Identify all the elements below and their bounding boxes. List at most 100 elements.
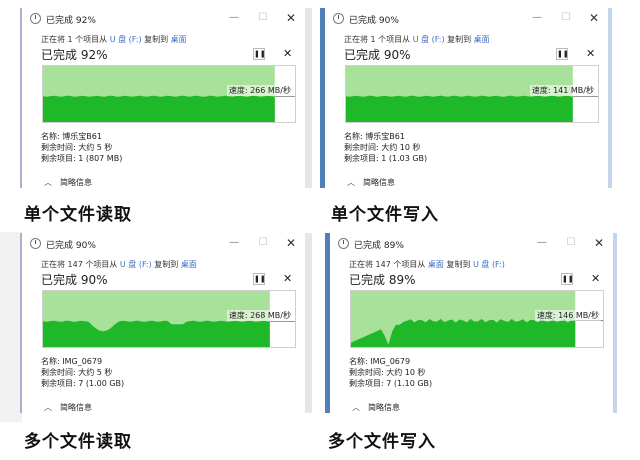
chevron-up-icon: ︿ <box>44 403 52 412</box>
close-button[interactable]: ✕ <box>592 236 606 250</box>
file-name: 名称: IMG_0679 <box>349 357 411 366</box>
close-button[interactable]: ✕ <box>587 11 601 25</box>
pause-button[interactable]: ❚❚ <box>253 48 266 60</box>
close-button[interactable]: ✕ <box>284 236 298 250</box>
time-remaining: 剩余时间: 大约 10 秒 <box>349 368 426 377</box>
copy-prefix: 正在将 1 个项目从 <box>41 35 110 44</box>
percent-complete: 已完成 90% <box>344 48 411 62</box>
copy-dialog-multi-read: 已完成 90% — ☐ ✕ 正在将 147 个项目从 U 盘 (F:) 复制到 … <box>20 233 312 413</box>
title-bar[interactable]: 已完成 90% — ☐ ✕ <box>22 233 305 255</box>
copy-description: 正在将 147 个项目从 U 盘 (F:) 复制到 桌面 <box>41 259 197 270</box>
pause-button[interactable]: ❚❚ <box>561 273 574 285</box>
copy-dialog-single-write: 已完成 90% — ☐ ✕ 正在将 1 个项目从 U 盘 (F:) 复制到 桌面… <box>320 8 612 188</box>
minimize-button[interactable]: — <box>227 11 241 25</box>
pause-button[interactable]: ❚❚ <box>556 48 569 60</box>
window-title: 已完成 90% <box>349 16 399 26</box>
progress-clock-icon <box>333 13 344 24</box>
caption-single-write: 单个文件写入 <box>331 205 439 225</box>
copy-middle: 复制到 <box>443 260 473 269</box>
speed-graph: 速度: 266 MB/秒 <box>42 65 296 123</box>
fewer-details-toggle[interactable]: ︿ 简略信息 <box>44 177 92 188</box>
cancel-button[interactable]: ✕ <box>586 47 595 60</box>
close-button[interactable]: ✕ <box>284 11 298 25</box>
percent-complete: 已完成 92% <box>41 48 108 62</box>
destination-link[interactable]: 桌面 <box>181 260 197 269</box>
cancel-button[interactable]: ✕ <box>283 47 292 60</box>
copy-middle: 复制到 <box>151 260 181 269</box>
speed-graph: 速度: 141 MB/秒 <box>345 65 599 123</box>
progress-clock-icon <box>30 13 41 24</box>
speed-area <box>43 95 275 122</box>
caption-multi-read: 多个文件读取 <box>24 432 132 452</box>
caption-multi-write: 多个文件写入 <box>328 432 436 452</box>
maximize-button[interactable]: ☐ <box>256 11 270 25</box>
caption-single-read: 单个文件读取 <box>24 205 132 225</box>
speed-label: 速度: 268 MB/秒 <box>226 310 293 321</box>
speed-graph: 速度: 268 MB/秒 <box>42 290 296 348</box>
minimize-button[interactable]: — <box>227 236 241 250</box>
maximize-button[interactable]: ☐ <box>256 236 270 250</box>
maximize-button[interactable]: ☐ <box>559 11 573 25</box>
window-title: 已完成 90% <box>46 241 96 251</box>
items-remaining: 剩余项目: 7 (1.00 GB) <box>41 379 125 388</box>
details-label: 简略信息 <box>368 403 400 412</box>
progress-clock-icon <box>338 238 349 249</box>
fewer-details-toggle[interactable]: ︿ 简略信息 <box>347 177 395 188</box>
cancel-button[interactable]: ✕ <box>591 272 600 285</box>
source-link[interactable]: 桌面 <box>428 260 444 269</box>
fewer-details-toggle[interactable]: ︿ 简略信息 <box>352 402 400 413</box>
background-fragment <box>0 232 22 422</box>
time-remaining: 剩余时间: 大约 10 秒 <box>344 143 421 152</box>
items-remaining: 剩余项目: 1 (1.03 GB) <box>344 154 428 163</box>
copy-prefix: 正在将 147 个项目从 <box>349 260 428 269</box>
source-link[interactable]: U 盘 (F:) <box>110 35 142 44</box>
window-title: 已完成 92% <box>46 16 96 26</box>
chevron-up-icon: ︿ <box>44 178 52 187</box>
copy-description: 正在将 1 个项目从 U 盘 (F:) 复制到 桌面 <box>344 34 490 45</box>
chevron-up-icon: ︿ <box>352 403 360 412</box>
speed-label: 速度: 266 MB/秒 <box>226 85 293 96</box>
file-name: 名称: IMG_0679 <box>41 357 103 366</box>
time-remaining: 剩余时间: 大约 5 秒 <box>41 368 113 377</box>
speed-label: 速度: 141 MB/秒 <box>529 85 596 96</box>
percent-complete: 已完成 89% <box>349 273 416 287</box>
speed-label: 速度: 146 MB/秒 <box>534 310 601 321</box>
time-remaining: 剩余时间: 大约 5 秒 <box>41 143 113 152</box>
copy-description: 正在将 1 个项目从 U 盘 (F:) 复制到 桌面 <box>41 34 187 45</box>
fewer-details-toggle[interactable]: ︿ 简略信息 <box>44 402 92 413</box>
minimize-button[interactable]: — <box>530 11 544 25</box>
cancel-button[interactable]: ✕ <box>283 272 292 285</box>
percent-complete: 已完成 90% <box>41 273 108 287</box>
items-remaining: 剩余项目: 1 (807 MB) <box>41 154 123 163</box>
copy-dialog-single-read: 已完成 92% — ☐ ✕ 正在将 1 个项目从 U 盘 (F:) 复制到 桌面… <box>20 8 312 188</box>
title-bar[interactable]: 已完成 92% — ☐ ✕ <box>22 8 305 30</box>
speed-area <box>346 95 573 122</box>
destination-link[interactable]: 桌面 <box>474 35 490 44</box>
items-remaining: 剩余项目: 7 (1.10 GB) <box>349 379 433 388</box>
details-label: 简略信息 <box>60 403 92 412</box>
title-bar[interactable]: 已完成 90% — ☐ ✕ <box>325 8 608 30</box>
file-name: 名称: 博乐宝B61 <box>41 132 102 141</box>
copy-middle: 复制到 <box>444 35 474 44</box>
speed-area <box>43 320 270 347</box>
details-label: 简略信息 <box>363 178 395 187</box>
copy-middle: 复制到 <box>141 35 171 44</box>
source-link[interactable]: U 盘 (F:) <box>120 260 152 269</box>
destination-link[interactable]: 桌面 <box>171 35 187 44</box>
copy-prefix: 正在将 147 个项目从 <box>41 260 120 269</box>
minimize-button[interactable]: — <box>535 236 549 250</box>
copy-dialog-multi-write: 已完成 89% — ☐ ✕ 正在将 147 个项目从 桌面 复制到 U 盘 (F… <box>325 233 617 413</box>
title-bar[interactable]: 已完成 89% — ☐ ✕ <box>330 233 613 255</box>
source-link[interactable]: U 盘 (F:) <box>413 35 445 44</box>
copy-description: 正在将 147 个项目从 桌面 复制到 U 盘 (F:) <box>349 259 505 270</box>
progress-clock-icon <box>30 238 41 249</box>
details-label: 简略信息 <box>60 178 92 187</box>
destination-link[interactable]: U 盘 (F:) <box>473 260 505 269</box>
copy-prefix: 正在将 1 个项目从 <box>344 35 413 44</box>
window-title: 已完成 89% <box>354 241 404 251</box>
chevron-up-icon: ︿ <box>347 178 355 187</box>
pause-button[interactable]: ❚❚ <box>253 273 266 285</box>
maximize-button[interactable]: ☐ <box>564 236 578 250</box>
speed-graph: 速度: 146 MB/秒 <box>350 290 604 348</box>
file-name: 名称: 博乐宝B61 <box>344 132 405 141</box>
